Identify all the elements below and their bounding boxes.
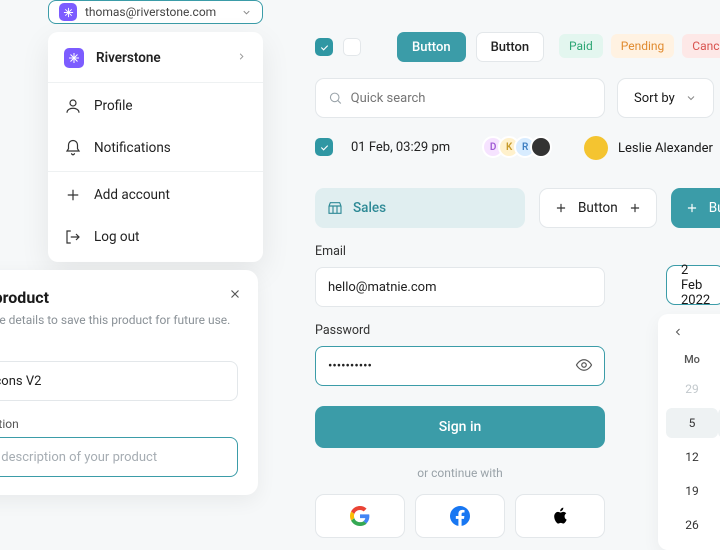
user-name: Leslie Alexander: [618, 141, 713, 156]
badge-cancelled: Cancelled: [682, 34, 720, 58]
status-badges: Paid Pending Cancelled: [559, 34, 720, 58]
dropdown-org[interactable]: Riverstone: [48, 36, 263, 80]
plus-icon: [685, 201, 699, 215]
plus-icon: [554, 201, 568, 215]
notifications-label: Notifications: [94, 140, 171, 156]
secondary-button[interactable]: Button: [476, 32, 545, 62]
apple-button[interactable]: [515, 494, 605, 538]
checkbox-checked[interactable]: [315, 38, 333, 56]
email-input[interactable]: [315, 267, 605, 307]
top-controls: Button Button: [315, 32, 544, 62]
chevron-left-icon[interactable]: [672, 326, 684, 338]
row-timestamp: 01 Feb, 03:29 pm: [351, 140, 450, 155]
calendar-day[interactable]: 5: [666, 408, 718, 438]
logout-label: Log out: [94, 229, 139, 245]
calendar-day[interactable]: 26: [666, 510, 718, 540]
account-selector[interactable]: thomas@riverstone.com: [48, 0, 263, 24]
divider: [48, 171, 263, 172]
store-icon: [327, 200, 343, 216]
sales-label: Sales: [353, 200, 386, 216]
plus-icon: [628, 201, 642, 215]
badge-paid: Paid: [559, 34, 603, 58]
chevron-down-icon: [241, 3, 252, 22]
org-name: Riverstone: [96, 50, 161, 66]
facebook-button[interactable]: [415, 494, 505, 538]
eye-icon[interactable]: [575, 356, 593, 374]
dropdown-notifications[interactable]: Notifications: [48, 127, 263, 169]
chevron-right-icon: [236, 50, 247, 66]
primary-button[interactable]: Button: [397, 32, 466, 62]
badge-pending: Pending: [611, 34, 675, 58]
plus-icon: [64, 186, 82, 204]
product-description-input[interactable]: [0, 437, 238, 477]
dropdown-logout[interactable]: Log out: [48, 216, 263, 258]
add-account-label: Add account: [94, 187, 170, 203]
search-box[interactable]: [315, 78, 605, 118]
sales-row: Sales Button Button: [315, 188, 720, 228]
search-row: Sort by: [315, 78, 714, 118]
add-button-primary[interactable]: Button: [671, 188, 720, 228]
user-block: Leslie Alexander: [584, 136, 713, 160]
date-value: 2 Feb 2022: [681, 263, 710, 308]
logout-icon: [64, 228, 82, 246]
add-label: Button: [578, 200, 618, 216]
sort-button[interactable]: Sort by: [617, 78, 714, 118]
bell-icon: [64, 139, 82, 157]
account-email: thomas@riverstone.com: [85, 5, 216, 19]
dropdown-add-account[interactable]: Add account: [48, 174, 263, 216]
calendar-nav: F: [666, 324, 720, 349]
description-label: Description: [0, 417, 238, 431]
sales-chip[interactable]: Sales: [315, 188, 525, 228]
avatar-stack: D K R: [488, 136, 552, 158]
add-label: Button: [709, 200, 720, 216]
day-header: Mo: [666, 349, 718, 370]
social-buttons: [315, 494, 605, 538]
calendar: F Mo Tu 29 30 5 6 12 13 19 20 26 27: [658, 314, 720, 550]
or-divider: or continue with: [315, 466, 605, 480]
calendar-grid: Mo Tu 29 30 5 6 12 13 19 20 26 27: [666, 349, 720, 540]
google-button[interactable]: [315, 494, 405, 538]
org-icon: [64, 48, 84, 68]
checkbox-unchecked[interactable]: [343, 38, 361, 56]
row-checkbox[interactable]: [315, 138, 333, 156]
product-name-input[interactable]: [0, 361, 238, 401]
divider: [48, 82, 263, 83]
add-button-outline[interactable]: Button: [539, 188, 657, 228]
calendar-day[interactable]: 12: [666, 442, 718, 472]
search-input[interactable]: [351, 91, 592, 106]
date-input[interactable]: 2 Feb 2022: [666, 265, 720, 305]
sort-label: Sort by: [634, 91, 675, 106]
new-product-modal: New product Enter the details to save th…: [0, 270, 258, 495]
close-icon[interactable]: [228, 286, 242, 305]
search-icon: [328, 90, 343, 106]
avatar: [530, 136, 552, 158]
password-input[interactable]: [315, 346, 605, 386]
calendar-day[interactable]: 19: [666, 476, 718, 506]
user-avatar: [584, 136, 608, 160]
signin-form: Email Password Sign in or continue with: [315, 244, 605, 538]
account-dropdown: Riverstone Profile Notifications Add acc…: [48, 32, 263, 262]
password-label: Password: [315, 323, 605, 338]
modal-subtitle: Enter the details to save this product f…: [0, 313, 238, 327]
chevron-down-icon: [685, 92, 697, 104]
email-label: Email: [315, 244, 605, 259]
org-icon: [59, 3, 77, 21]
calendar-day[interactable]: 29: [666, 374, 718, 404]
dropdown-profile[interactable]: Profile: [48, 85, 263, 127]
profile-label: Profile: [94, 98, 133, 114]
signin-button[interactable]: Sign in: [315, 406, 605, 448]
user-icon: [64, 97, 82, 115]
modal-title: New product: [0, 288, 238, 307]
